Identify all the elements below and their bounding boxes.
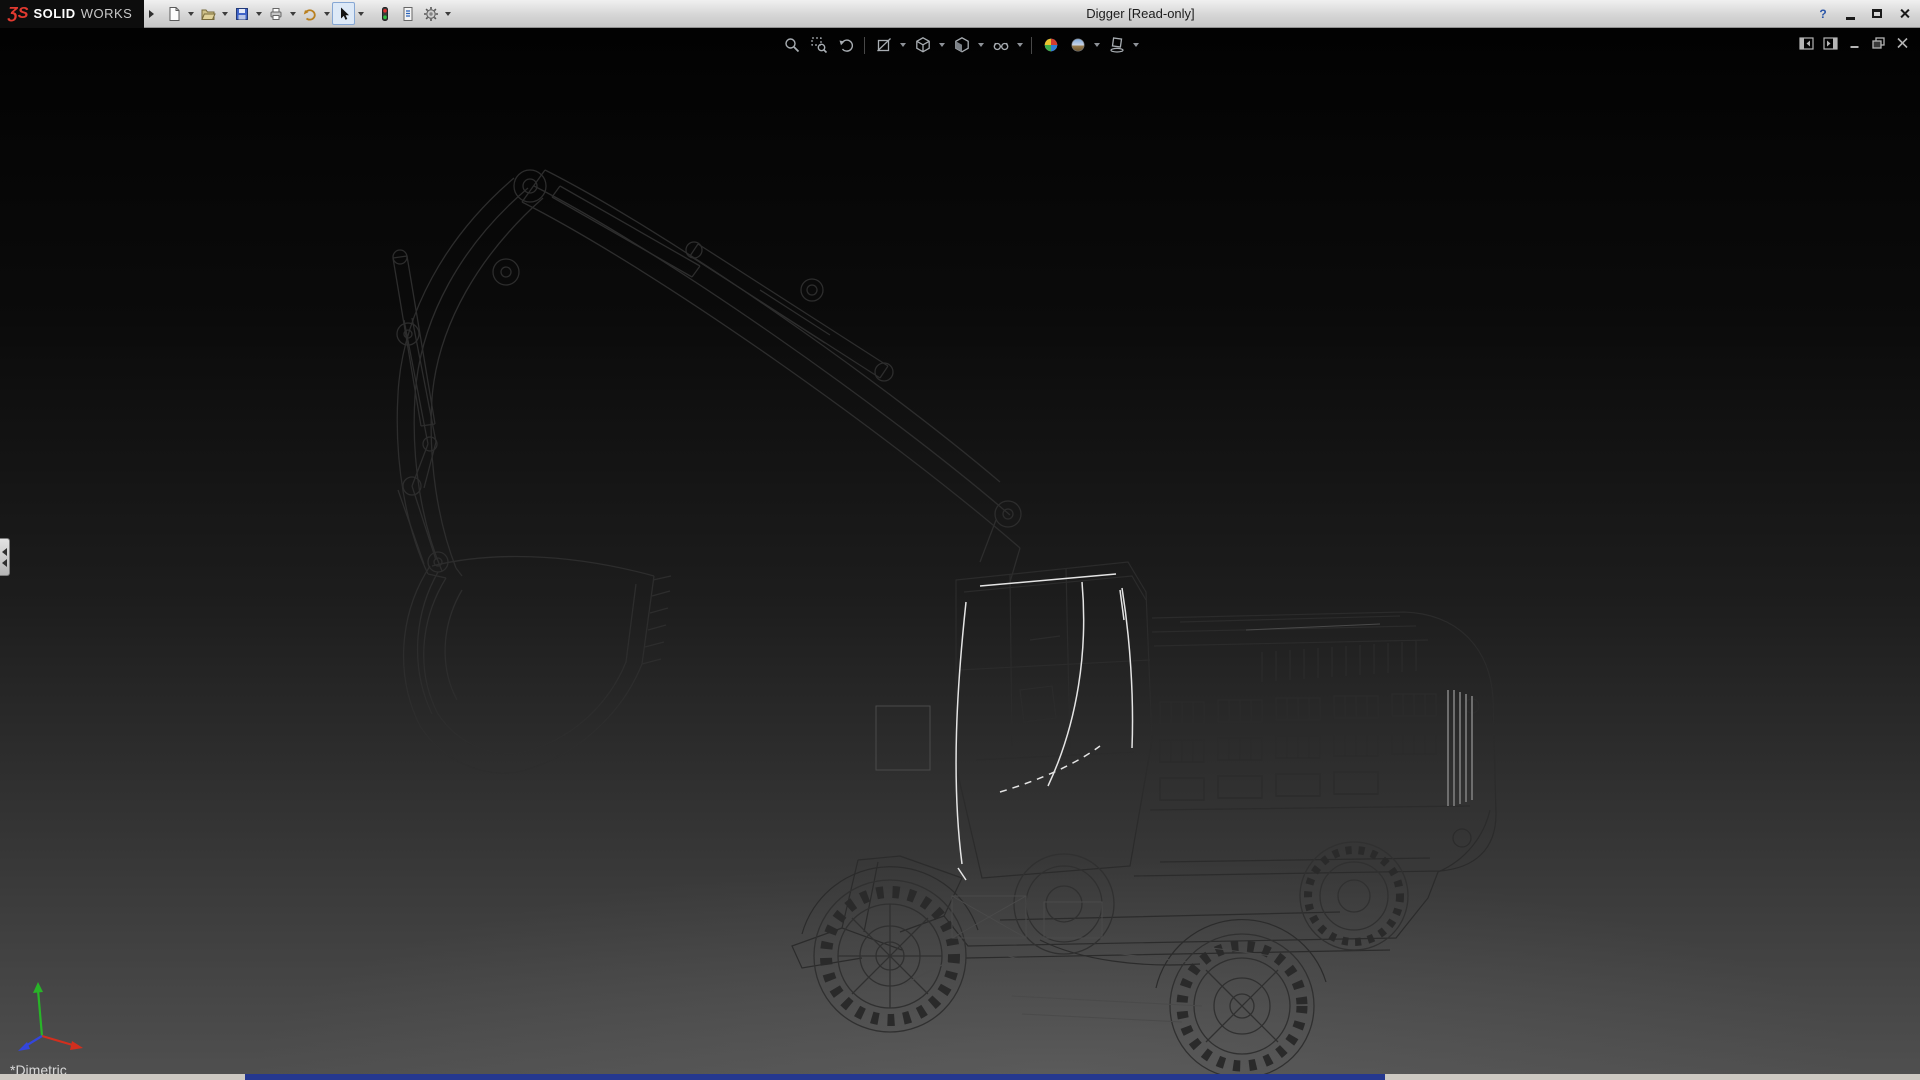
taskbar-left-segment <box>0 1074 245 1080</box>
brand-name-bold: SOLID <box>33 6 75 21</box>
heads-up-view-toolbar <box>779 33 1141 57</box>
view-orientation-cube-icon <box>914 36 932 54</box>
solidworks-logo: ƷS SOLID WORKS <box>0 0 144 28</box>
print-icon <box>268 6 284 22</box>
options-gear-icon <box>423 6 439 22</box>
hide-show-items-button[interactable] <box>988 33 1013 57</box>
maximize-icon <box>1872 9 1882 18</box>
view-settings-button[interactable] <box>1104 33 1129 57</box>
view-orientation-button[interactable] <box>910 33 935 57</box>
open-document-dropdown[interactable] <box>219 2 230 25</box>
save-icon <box>234 6 250 22</box>
display-style-dropdown[interactable] <box>976 33 986 57</box>
pane-right-icon <box>1823 37 1838 50</box>
graphics-area[interactable]: *Dimetric <box>0 28 1920 1074</box>
taskbar-strip <box>0 1074 1920 1080</box>
view-orientation-dropdown[interactable] <box>937 33 947 57</box>
section-view-button[interactable] <box>871 33 896 57</box>
new-document-button[interactable] <box>162 2 185 25</box>
open-document-icon <box>200 6 216 22</box>
close-document-button[interactable] <box>1893 35 1912 51</box>
undo-icon <box>302 6 318 22</box>
titlebar[interactable]: ƷS SOLID WORKS <box>0 0 1920 28</box>
zoom-to-fit-icon <box>783 36 801 54</box>
previous-view-icon <box>837 36 855 54</box>
select-button[interactable] <box>332 2 355 25</box>
minimize-button[interactable] <box>1838 4 1862 23</box>
select-dropdown[interactable] <box>355 2 366 25</box>
pane-right-button[interactable] <box>1821 35 1840 51</box>
print-dropdown[interactable] <box>287 2 298 25</box>
save-dropdown[interactable] <box>253 2 264 25</box>
minimize-document-icon <box>1848 37 1861 49</box>
view-settings-shadow-icon <box>1108 36 1126 54</box>
maximize-button[interactable] <box>1865 4 1889 23</box>
edit-appearance-sphere-icon <box>1042 36 1060 54</box>
window-controls: ? <box>1811 4 1916 23</box>
new-document-dropdown[interactable] <box>185 2 196 25</box>
hide-show-items-glasses-icon <box>992 36 1010 54</box>
chevron-left-icon <box>2 559 7 567</box>
pane-left-icon <box>1799 37 1814 50</box>
new-document-icon <box>166 6 182 22</box>
apply-scene-dropdown[interactable] <box>1092 33 1102 57</box>
brand-name-light: WORKS <box>81 6 133 21</box>
help-button[interactable]: ? <box>1811 4 1835 23</box>
zoom-to-area-icon <box>810 36 828 54</box>
viewport-background <box>0 28 1920 1074</box>
edit-appearance-button[interactable] <box>1038 33 1063 57</box>
toolbar-separator <box>366 13 373 14</box>
apply-scene-icon <box>1069 36 1087 54</box>
display-style-icon <box>953 36 971 54</box>
menu-expand-icon[interactable] <box>144 3 158 25</box>
select-cursor-icon <box>336 6 352 22</box>
section-view-icon <box>875 36 893 54</box>
toolbar-separator <box>864 37 865 54</box>
main-toolbar <box>162 2 453 25</box>
section-view-dropdown[interactable] <box>898 33 908 57</box>
chevron-left-icon <box>2 548 7 556</box>
document-window-controls <box>1797 35 1912 51</box>
orientation-triad[interactable] <box>10 978 90 1052</box>
taskbar-right-segment <box>1385 1074 1920 1080</box>
restore-document-icon <box>1872 37 1885 49</box>
zoom-to-area-button[interactable] <box>806 33 831 57</box>
save-button[interactable] <box>230 2 253 25</box>
hide-show-items-dropdown[interactable] <box>1015 33 1025 57</box>
file-properties-icon <box>400 6 416 22</box>
featuremanager-splitter-tab[interactable] <box>0 538 10 576</box>
window-title: Digger [Read-only] <box>1086 6 1194 21</box>
minimize-icon <box>1846 17 1855 20</box>
close-icon <box>1899 8 1910 19</box>
open-document-button[interactable] <box>196 2 219 25</box>
print-button[interactable] <box>264 2 287 25</box>
zoom-to-fit-button[interactable] <box>779 33 804 57</box>
view-settings-dropdown[interactable] <box>1131 33 1141 57</box>
file-properties-button[interactable] <box>396 2 419 25</box>
options-button[interactable] <box>419 2 442 25</box>
close-button[interactable] <box>1892 4 1916 23</box>
restore-document-button[interactable] <box>1869 35 1888 51</box>
pane-left-button[interactable] <box>1797 35 1816 51</box>
close-document-icon <box>1896 37 1909 49</box>
previous-view-button[interactable] <box>833 33 858 57</box>
rebuild-button[interactable] <box>373 2 396 25</box>
display-style-button[interactable] <box>949 33 974 57</box>
dassault-logo-glyph: ƷS <box>8 5 28 23</box>
minimize-document-button[interactable] <box>1845 35 1864 51</box>
apply-scene-button[interactable] <box>1065 33 1090 57</box>
toolbar-separator <box>1031 37 1032 54</box>
solidworks-window: ƷS SOLID WORKS <box>0 0 1920 1080</box>
options-dropdown[interactable] <box>442 2 453 25</box>
rebuild-stoplight-icon <box>377 6 393 22</box>
taskbar-active-window-segment[interactable] <box>245 1074 1385 1080</box>
undo-dropdown[interactable] <box>321 2 332 25</box>
undo-button[interactable] <box>298 2 321 25</box>
